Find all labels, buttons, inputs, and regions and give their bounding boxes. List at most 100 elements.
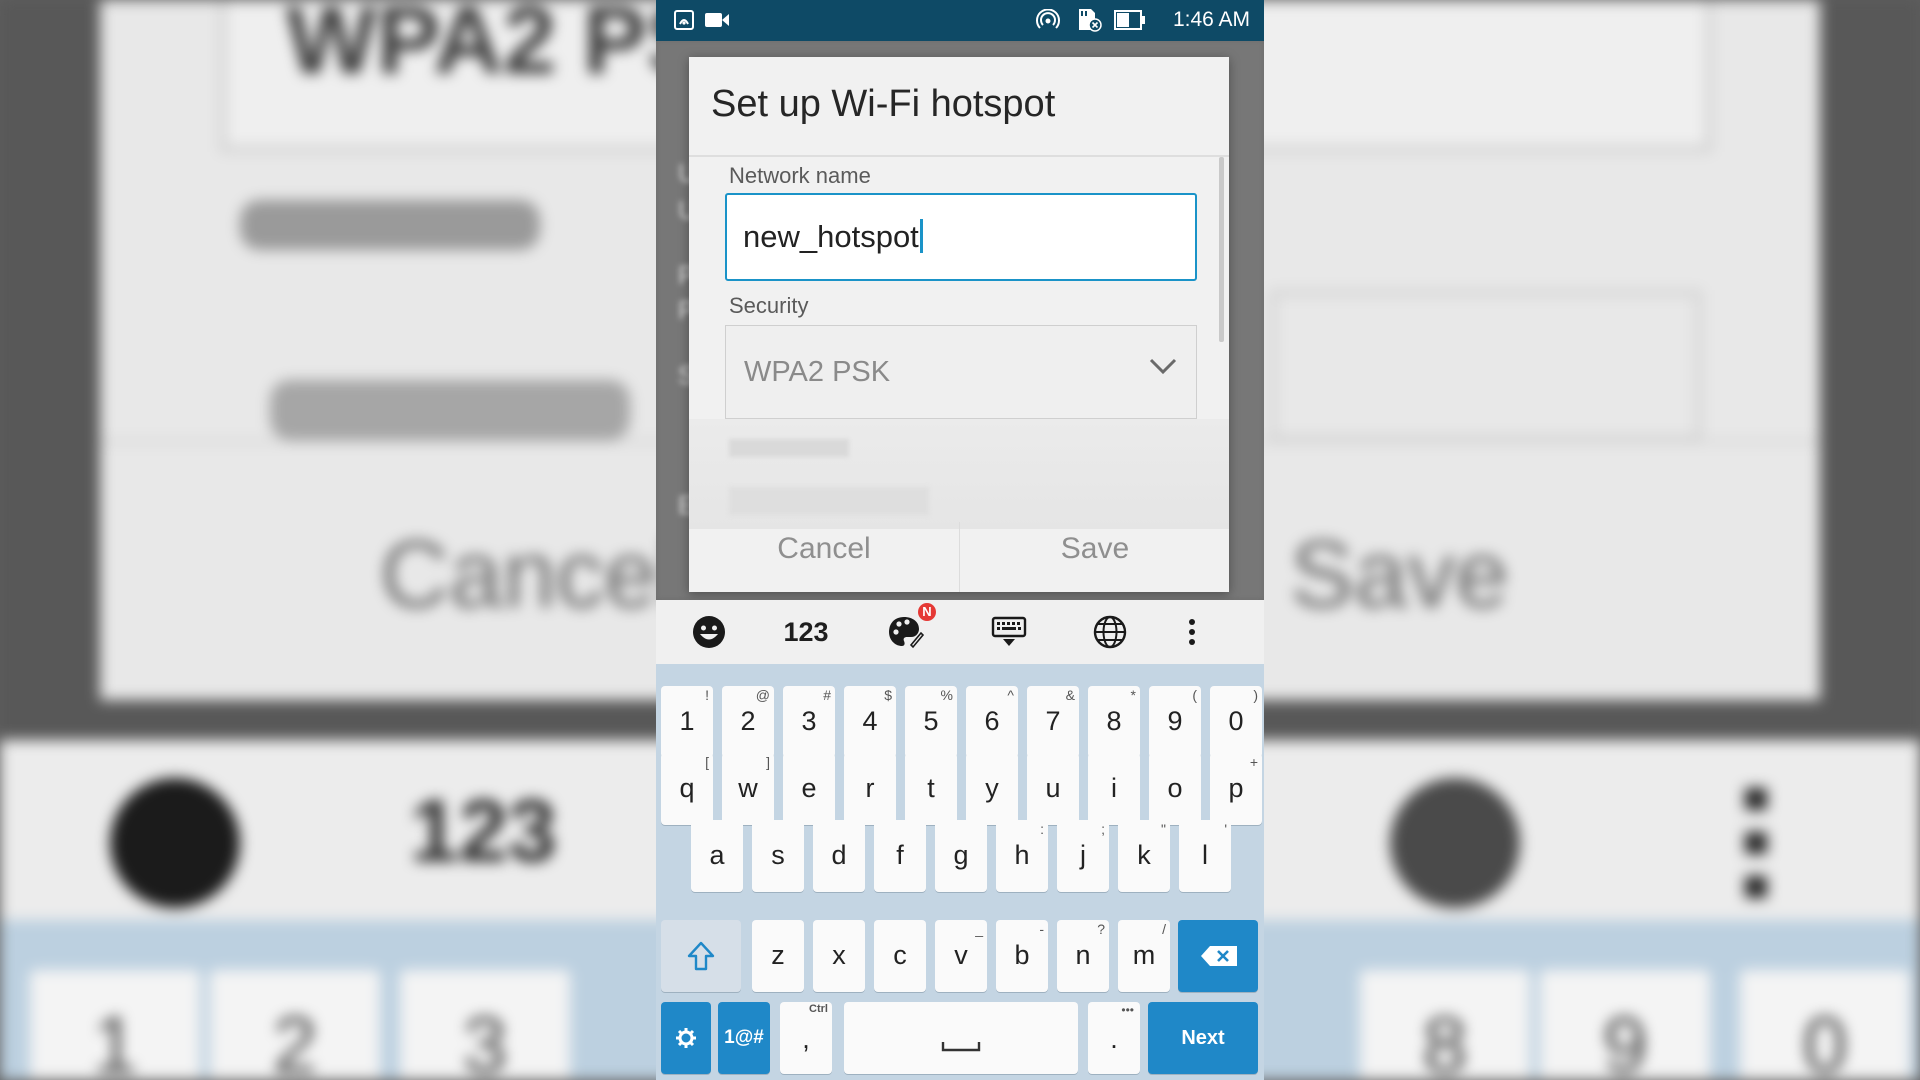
key-3[interactable]: #3: [783, 686, 835, 758]
key-label: r: [865, 773, 875, 803]
key-g[interactable]: g: [935, 820, 987, 892]
bg-emoji-icon: [110, 778, 240, 908]
battery-icon: [1114, 9, 1146, 31]
numbers-mode-button[interactable]: 123: [771, 612, 841, 652]
video-camera-icon: [704, 9, 730, 31]
wifi-hotspot-dialog: Set up Wi-Fi hotspot Network name new_ho…: [689, 57, 1229, 592]
period-key[interactable]: ••• .: [1088, 1002, 1140, 1074]
bg-more-icon: [1745, 788, 1767, 898]
more-vert-icon[interactable]: [1176, 612, 1208, 652]
sd-card-error-icon: [1076, 9, 1102, 32]
keyboard-hide-icon[interactable]: [987, 612, 1031, 652]
key-sub-label: ;: [1101, 821, 1105, 837]
key-label: u: [1045, 773, 1061, 803]
key-sub-label: ): [1253, 687, 1258, 703]
next-key-label: Next: [1181, 1027, 1225, 1049]
key-5[interactable]: % 5: [905, 686, 957, 758]
key-j[interactable]: ; j: [1057, 820, 1109, 892]
key-z[interactable]: z: [752, 920, 804, 992]
key-v[interactable]: _ v: [935, 920, 987, 992]
scrollbar[interactable]: [1219, 157, 1224, 342]
key-m[interactable]: / m: [1118, 920, 1170, 992]
dialog-title: Set up Wi-Fi hotspot: [711, 83, 1056, 125]
key-r[interactable]: r: [844, 753, 896, 825]
globe-icon[interactable]: [1088, 612, 1132, 652]
key-p[interactable]: + p: [1210, 753, 1262, 825]
key-sub-label: %: [940, 687, 953, 703]
key-label: g: [953, 840, 969, 870]
key-label: d: [831, 840, 847, 870]
key-label: c: [893, 940, 907, 970]
key-label: o: [1167, 773, 1183, 803]
key-i[interactable]: i: [1088, 753, 1140, 825]
key-sub-label: $: [884, 687, 892, 703]
key-label: v: [954, 940, 968, 970]
key-sub-label: &: [1065, 687, 1075, 703]
settings-key[interactable]: [661, 1002, 711, 1074]
cancel-button[interactable]: Cancel: [689, 532, 959, 566]
status-time: 1:46 AM: [1172, 8, 1250, 31]
bg-key: 1: [30, 970, 200, 1080]
key-9[interactable]: (9: [1149, 686, 1201, 758]
network-name-input[interactable]: new_hotspot: [725, 193, 1197, 281]
shift-key[interactable]: [661, 920, 741, 992]
key-n[interactable]: ? n: [1057, 920, 1109, 992]
key-sub-label: *: [1130, 687, 1136, 703]
next-key[interactable]: Next: [1148, 1002, 1258, 1074]
nfc-icon: [674, 9, 694, 31]
key-label: x: [832, 940, 846, 970]
key-7[interactable]: & 7: [1027, 686, 1079, 758]
key-1[interactable]: ! 1: [661, 686, 713, 758]
key-4[interactable]: $4: [844, 686, 896, 758]
key-label: t: [927, 773, 935, 803]
key-8[interactable]: * 8: [1088, 686, 1140, 758]
key-label: k: [1137, 840, 1151, 870]
backspace-key[interactable]: [1178, 920, 1258, 992]
keyboard-toolbar: 123 N: [656, 600, 1264, 664]
key-h[interactable]: :h: [996, 820, 1048, 892]
key-0[interactable]: ) 0: [1210, 686, 1262, 758]
key-d[interactable]: d: [813, 820, 865, 892]
key-f[interactable]: f: [874, 820, 926, 892]
key-label: b: [1014, 940, 1030, 970]
key-e[interactable]: e: [783, 753, 835, 825]
key-l[interactable]: ' l: [1179, 820, 1231, 892]
emoji-icon[interactable]: [688, 612, 730, 652]
key-s[interactable]: s: [752, 820, 804, 892]
save-button[interactable]: Save: [960, 532, 1229, 566]
key-k[interactable]: " k: [1118, 820, 1170, 892]
key-o[interactable]: o: [1149, 753, 1201, 825]
key-t[interactable]: t: [905, 753, 957, 825]
key-c[interactable]: c: [874, 920, 926, 992]
key-sub-label: #: [823, 687, 831, 703]
key-label: p: [1228, 773, 1244, 803]
key-a[interactable]: a: [691, 820, 743, 892]
key-x[interactable]: x: [813, 920, 865, 992]
security-label: Security: [729, 293, 809, 318]
security-dropdown[interactable]: WPA2 PSK: [725, 325, 1197, 419]
space-key[interactable]: [844, 1002, 1078, 1074]
key-q[interactable]: [q: [661, 753, 713, 825]
symbols-key[interactable]: 1@#: [718, 1002, 770, 1074]
key-w[interactable]: ] w: [722, 753, 774, 825]
bg-key: 9: [1540, 970, 1710, 1080]
key-2[interactable]: @2: [722, 686, 774, 758]
key-label: a: [709, 840, 725, 870]
bg-password-box: [1270, 290, 1702, 442]
key-u[interactable]: u: [1027, 753, 1079, 825]
key-b[interactable]: -b: [996, 920, 1048, 992]
bg-key: 8: [1360, 970, 1530, 1080]
key-label: 8: [1106, 706, 1122, 736]
key-y[interactable]: y: [966, 753, 1018, 825]
period-key-label: .: [1110, 1024, 1118, 1054]
key-label: j: [1080, 840, 1086, 870]
key-sub-label: ]: [766, 754, 770, 770]
key-label: i: [1111, 773, 1117, 803]
text-cursor: [919, 219, 923, 253]
key-6[interactable]: ^ 6: [966, 686, 1018, 758]
obscured-input: [729, 487, 929, 515]
bg-cancel-text: Cancel: [380, 521, 679, 628]
divider: [689, 155, 1229, 157]
bg-key: 2: [210, 970, 380, 1080]
comma-key[interactable]: Ctrl ,: [780, 1002, 832, 1074]
